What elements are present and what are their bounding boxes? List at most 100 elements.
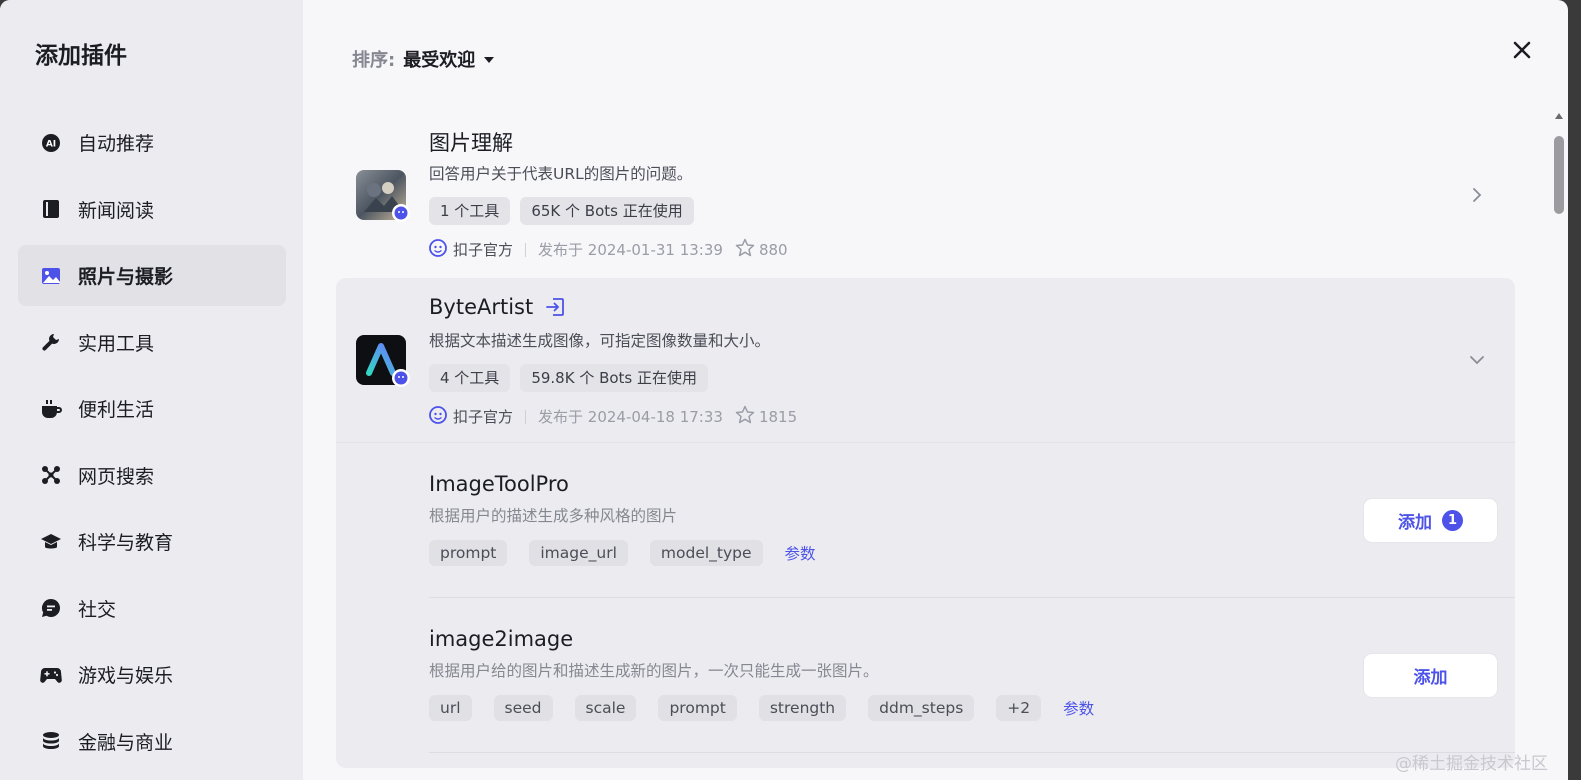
param-tag: model_type	[649, 540, 763, 566]
section-divider	[336, 442, 1515, 443]
add-plugin-dialog: 添加插件 AI 自动推荐 新闻阅读 照片与摄影 实用工具 便利生活 网页搜索 科…	[0, 0, 1568, 780]
sort-dropdown[interactable]: 排序: 最受欢迎	[352, 46, 495, 72]
param-tag: prompt	[658, 695, 737, 721]
close-icon	[1513, 41, 1531, 59]
sort-label: 排序:	[352, 50, 396, 71]
tool-description: 根据用户的描述生成多种风格的图片	[429, 507, 678, 525]
tool-count-tag: 4 个工具	[429, 364, 511, 392]
sidebar-item-label: 游戏与娱乐	[78, 665, 174, 687]
plugin-description: 回答用户关于代表URL的图片的问题。	[429, 165, 693, 183]
gamepad-icon	[40, 664, 62, 686]
usage-tag: 65K 个 Bots 正在使用	[520, 197, 694, 225]
official-badge-icon	[392, 369, 410, 387]
param-tag: seed	[493, 695, 553, 721]
watermark: @稀土掘金技术社区	[1395, 754, 1548, 774]
scroll-up-icon[interactable]	[1554, 112, 1564, 120]
star-count: 880	[758, 240, 788, 259]
network-icon	[40, 464, 62, 486]
plugin-meta: 扣子官方 发布于 2024-04-18 17:33 1815	[429, 405, 797, 428]
meta-divider	[525, 409, 527, 424]
meta-divider	[525, 242, 527, 257]
sidebar-item-photo[interactable]: 照片与摄影	[18, 245, 286, 306]
param-tag: prompt	[429, 540, 508, 566]
sidebar-item-finance[interactable]: 金融与商业	[18, 711, 286, 772]
svg-text:AI: AI	[46, 139, 56, 149]
tool-params: url seed scale prompt strength ddm_steps…	[429, 695, 1515, 721]
tool-description: 根据用户给的图片和描述生成新的图片，一次只能生成一张图片。	[429, 662, 879, 680]
params-link[interactable]: 参数	[785, 542, 816, 564]
plugin-title: 图片理解	[429, 131, 513, 155]
sidebar-item-web-search[interactable]: 网页搜索	[18, 445, 286, 506]
tool-item: ImageToolPro 根据用户的描述生成多种风格的图片 prompt ima…	[429, 472, 1515, 566]
graduation-cap-icon	[40, 531, 62, 553]
sidebar-item-label: 自动推荐	[78, 133, 155, 155]
caret-down-icon	[483, 49, 495, 70]
add-button-label: 添加	[1413, 668, 1448, 688]
publish-date: 发布于 2024-04-18 17:33	[538, 408, 723, 426]
add-button-label: 添加	[1398, 513, 1432, 533]
tool-divider	[429, 752, 1515, 753]
tool-item: image2image 根据用户给的图片和描述生成新的图片，一次只能生成一张图片…	[429, 627, 1515, 721]
chat-icon	[40, 597, 62, 619]
category-sidebar: 添加插件 AI 自动推荐 新闻阅读 照片与摄影 实用工具 便利生活 网页搜索 科…	[0, 0, 303, 780]
category-nav: AI 自动推荐 新闻阅读 照片与摄影 实用工具 便利生活 网页搜索 科学与教育 …	[18, 112, 286, 777]
sidebar-item-label: 照片与摄影	[78, 266, 174, 288]
publish-date: 发布于 2024-01-31 13:39	[538, 241, 723, 259]
sidebar-item-science[interactable]: 科学与教育	[18, 511, 286, 572]
plugin-tags: 4 个工具 59.8K 个 Bots 正在使用	[429, 364, 709, 392]
sidebar-item-news[interactable]: 新闻阅读	[18, 179, 286, 240]
chevron-right-icon[interactable]	[1469, 187, 1485, 203]
plugin-title-row: ByteArtist	[429, 295, 565, 319]
star-icon[interactable]	[735, 405, 755, 428]
plugin-title: ByteArtist	[429, 295, 534, 319]
tool-name: ImageToolPro	[429, 472, 569, 496]
sidebar-item-label: 网页搜索	[78, 465, 155, 488]
sidebar-item-label: 实用工具	[78, 332, 155, 355]
image-icon	[40, 265, 62, 287]
star-count: 1815	[758, 407, 798, 426]
scrollbar[interactable]	[1550, 100, 1568, 780]
plugin-list-panel: 排序: 最受欢迎 图片理解 回答用户关于代表URL的图片的问题。 1 个工具 6…	[303, 0, 1568, 780]
added-count-badge: 1	[1442, 510, 1463, 531]
param-tag: url	[429, 695, 472, 721]
usage-tag: 59.8K 个 Bots 正在使用	[520, 364, 709, 392]
ai-icon: AI	[40, 132, 62, 154]
sidebar-item-label: 新闻阅读	[78, 199, 155, 222]
wrench-icon	[40, 331, 62, 353]
close-button[interactable]	[1510, 38, 1534, 62]
tool-divider	[429, 597, 1515, 598]
plugin-card[interactable]: 图片理解 回答用户关于代表URL的图片的问题。 1 个工具 65K 个 Bots…	[336, 115, 1515, 275]
coffee-icon	[40, 398, 62, 420]
sidebar-item-auto-recommend[interactable]: AI 自动推荐	[18, 112, 286, 173]
param-tag: image_url	[529, 540, 628, 566]
sidebar-item-life[interactable]: 便利生活	[18, 378, 286, 439]
add-tool-button[interactable]: 添加	[1364, 654, 1497, 697]
chevron-down-icon[interactable]	[1469, 352, 1485, 368]
sidebar-item-games[interactable]: 游戏与娱乐	[18, 644, 286, 705]
enter-icon[interactable]	[545, 297, 565, 317]
param-tag: ddm_steps	[868, 695, 975, 721]
plugin-card-expanded[interactable]: ByteArtist 根据文本描述生成图像，可指定图像数量和大小。 4 个工具 …	[336, 278, 1515, 768]
params-link[interactable]: 参数	[1063, 697, 1094, 719]
more-params-tag[interactable]: +2	[996, 695, 1042, 721]
star-icon[interactable]	[735, 238, 755, 261]
add-tool-button[interactable]: 添加 1	[1364, 499, 1497, 542]
plugin-description: 根据文本描述生成图像，可指定图像数量和大小。	[429, 332, 771, 350]
tool-count-tag: 1 个工具	[429, 197, 511, 225]
plugin-tags: 1 个工具 65K 个 Bots 正在使用	[429, 197, 694, 225]
sidebar-item-label: 金融与商业	[78, 731, 174, 754]
author-avatar-icon	[429, 405, 447, 428]
param-tag: scale	[574, 695, 637, 721]
param-tag: strength	[758, 695, 847, 721]
scrollbar-thumb[interactable]	[1554, 136, 1564, 214]
sort-value: 最受欢迎	[403, 50, 476, 71]
plugin-meta: 扣子官方 发布于 2024-01-31 13:39 880	[429, 238, 788, 261]
sidebar-item-social[interactable]: 社交	[18, 578, 286, 639]
author-avatar-icon	[429, 238, 447, 261]
official-badge-icon	[392, 204, 410, 222]
tool-name: image2image	[429, 627, 574, 651]
tool-params: prompt image_url model_type 参数	[429, 540, 1515, 566]
sidebar-item-utilities[interactable]: 实用工具	[18, 312, 286, 373]
book-icon	[40, 198, 62, 220]
sidebar-item-label: 社交	[78, 598, 117, 621]
